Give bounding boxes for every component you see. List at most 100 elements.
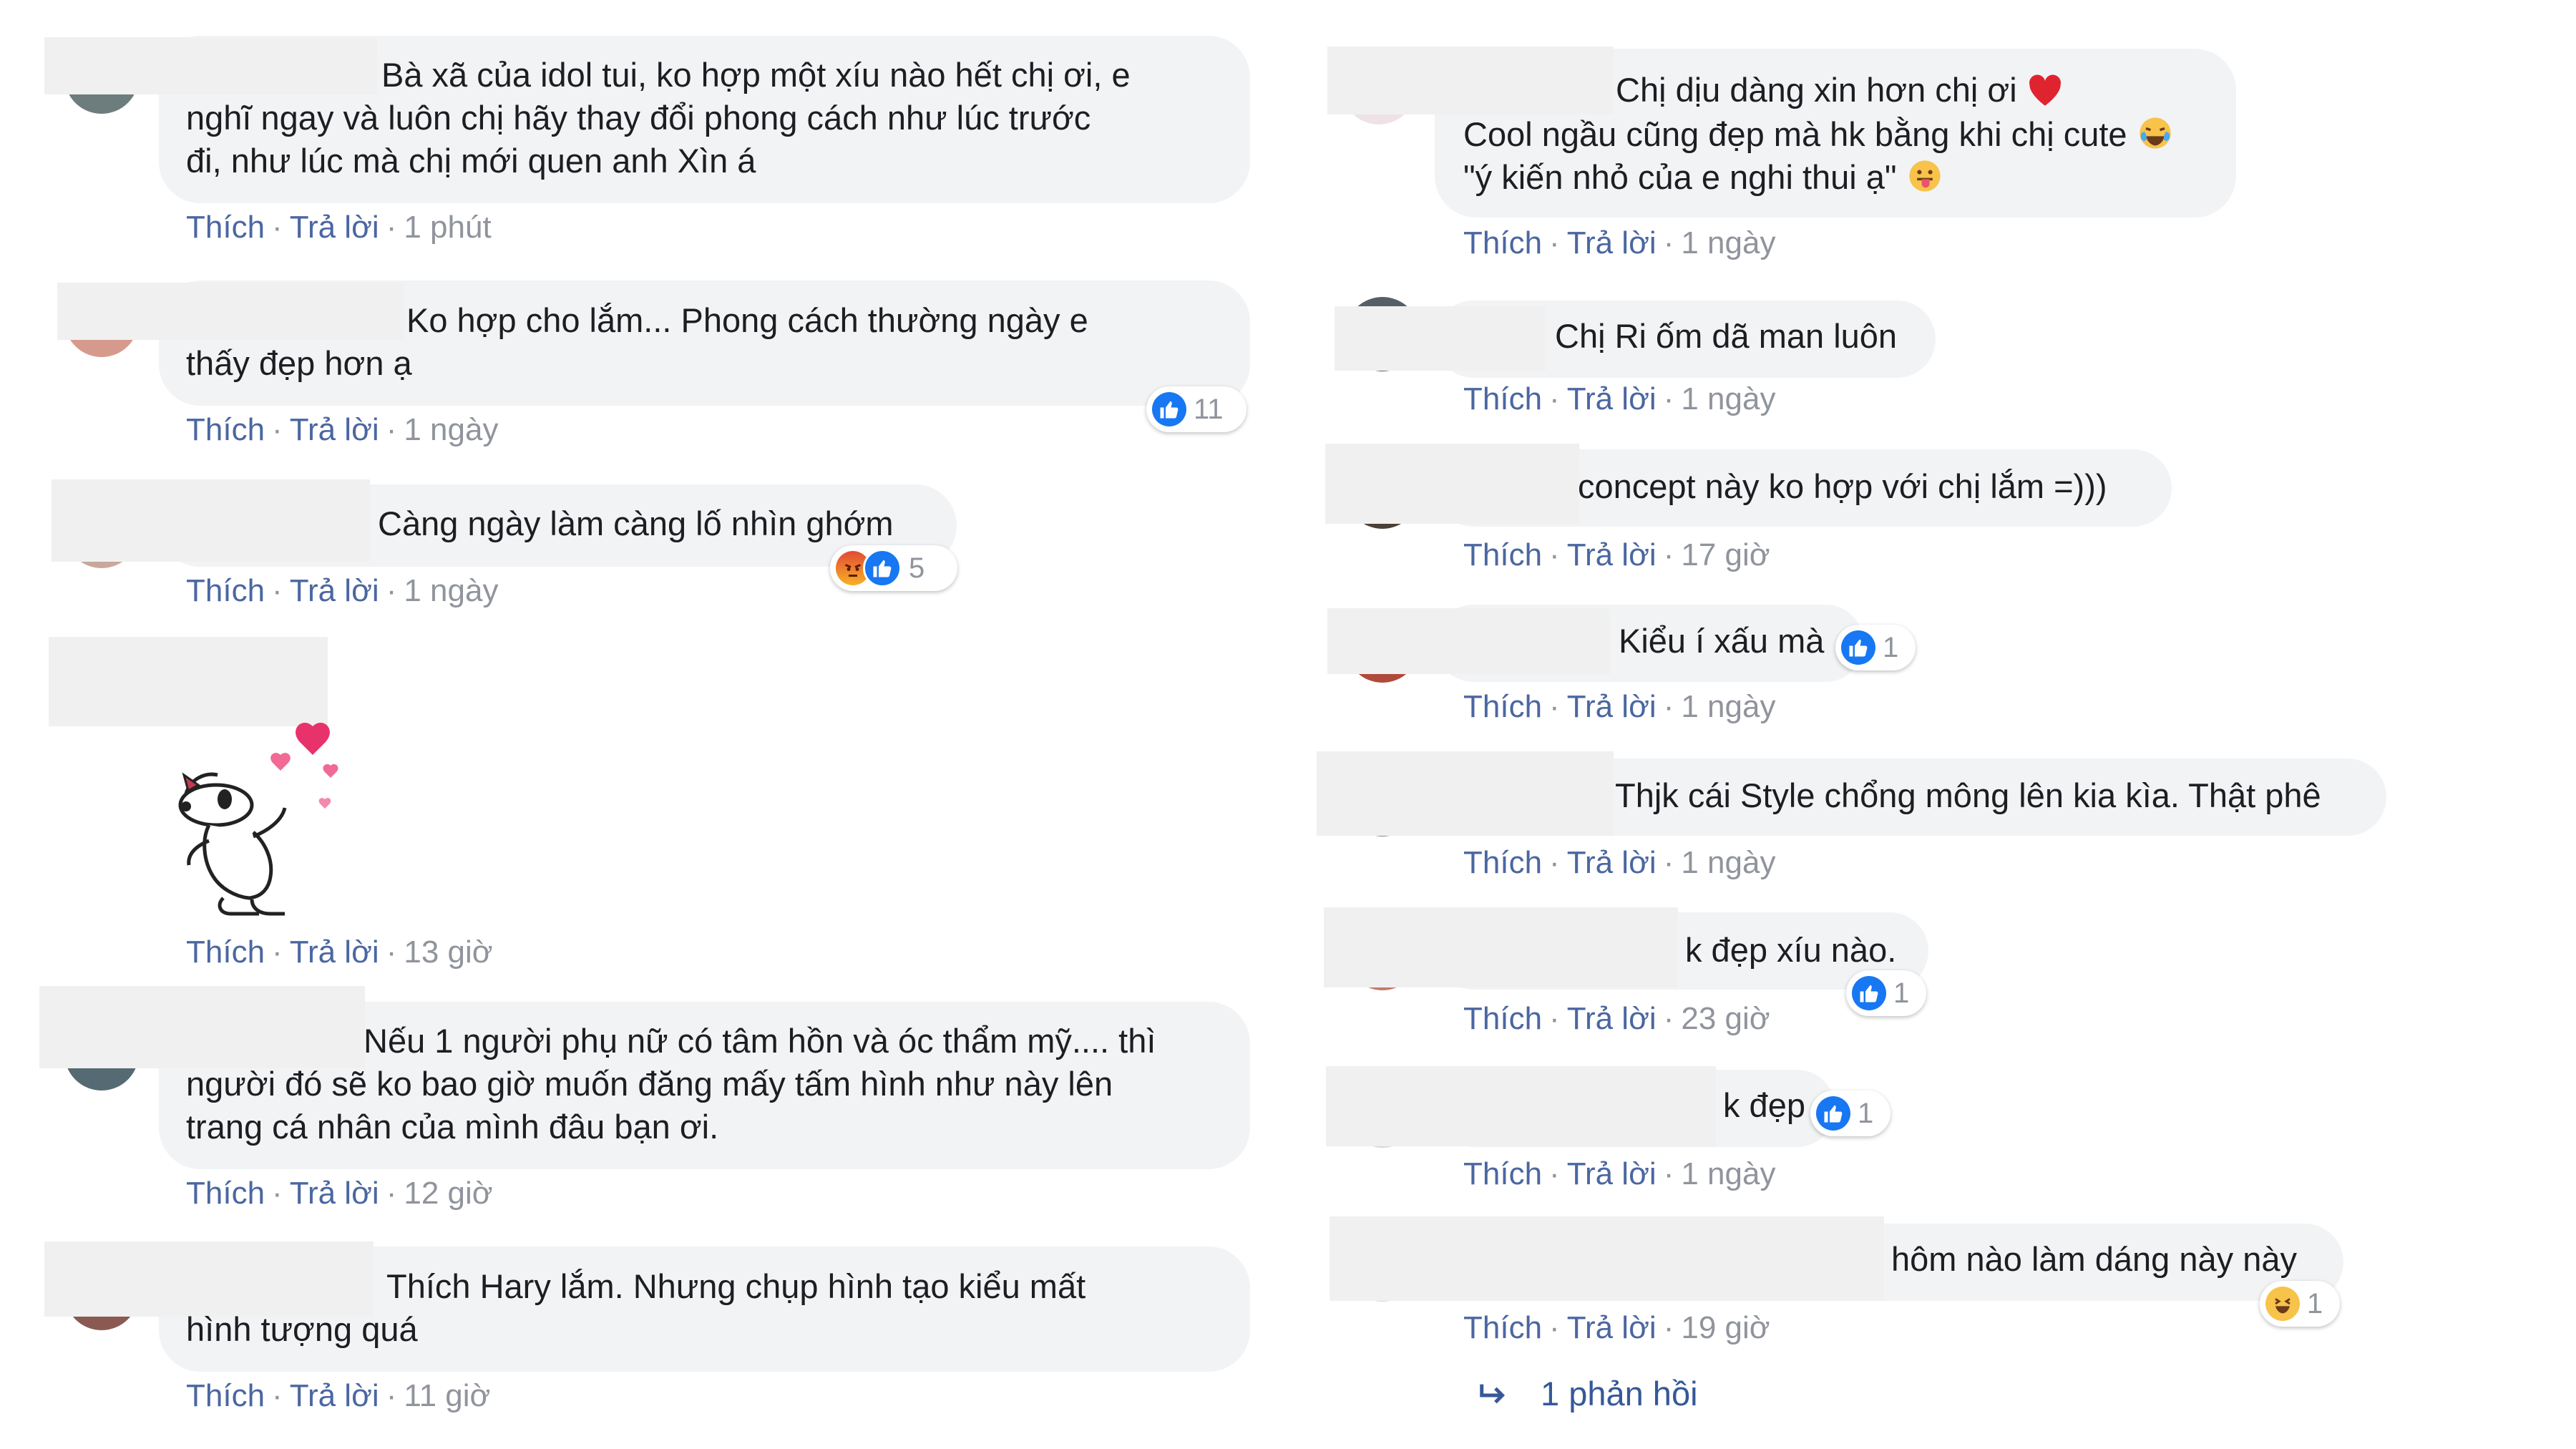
like-link[interactable]: Thích bbox=[186, 210, 265, 245]
like-reaction-icon bbox=[1152, 392, 1186, 426]
reply-link[interactable]: Trả lời bbox=[1567, 225, 1657, 260]
reply-link[interactable]: Trả lời bbox=[290, 935, 379, 970]
comment-actions: Thích · Trả lời · 1 phút bbox=[186, 210, 492, 245]
timestamp[interactable]: 13 giờ bbox=[404, 935, 492, 970]
comment-text: trang cá nhân của mình đâu bạn ơi. bbox=[186, 1108, 719, 1146]
like-reaction-icon bbox=[1852, 976, 1886, 1010]
reply-link[interactable]: Trả lời bbox=[1567, 1310, 1657, 1345]
timestamp[interactable]: 11 giờ bbox=[404, 1378, 490, 1413]
like-link[interactable]: Thích bbox=[1463, 1310, 1542, 1345]
like-link[interactable]: Thích bbox=[1463, 537, 1542, 572]
comment-actions: Thích · Trả lời · 19 giờ bbox=[1463, 1310, 1770, 1345]
reply-link[interactable]: Trả lời bbox=[1567, 1001, 1657, 1036]
like-link[interactable]: Thích bbox=[186, 573, 265, 608]
comment-text: Bà xã của idol tui, ko hợp một xíu nào h… bbox=[381, 56, 1131, 94]
timestamp[interactable]: 12 giờ bbox=[404, 1176, 492, 1211]
like-link[interactable]: Thích bbox=[186, 935, 265, 970]
timestamp[interactable]: 1 ngày bbox=[404, 573, 498, 608]
redacted-name bbox=[1326, 1066, 1716, 1146]
comment-text: Thjk cái Style chổng mông lên kia kìa. T… bbox=[1615, 776, 2321, 814]
reply-arrow-icon bbox=[1480, 1384, 1506, 1404]
reaction-count: 1 bbox=[1858, 1098, 1874, 1129]
comment-actions: Thích · Trả lời · 1 ngày bbox=[1463, 381, 1776, 416]
timestamp[interactable]: 19 giờ bbox=[1681, 1310, 1770, 1345]
reaction-count: 11 bbox=[1194, 394, 1224, 425]
redacted-name bbox=[44, 37, 377, 94]
reaction-summary[interactable]: 1 bbox=[1835, 625, 1916, 670]
like-link[interactable]: Thích bbox=[186, 1176, 265, 1211]
heart-emoji bbox=[2029, 74, 2061, 106]
comment-text: k đẹp xíu nào. bbox=[1685, 931, 1897, 969]
comment-text: Nếu 1 người phụ nữ có tâm hồn và óc thẩm… bbox=[364, 1022, 1156, 1060]
like-link[interactable]: Thích bbox=[1463, 1001, 1542, 1036]
timestamp[interactable]: 1 ngày bbox=[1681, 1156, 1775, 1191]
reaction-summary[interactable]: 11 bbox=[1146, 386, 1246, 432]
timestamp[interactable]: 1 ngày bbox=[404, 412, 498, 447]
tears-of-joy-emoji bbox=[2139, 117, 2171, 149]
timestamp[interactable]: 1 phút bbox=[404, 210, 491, 245]
redacted-name bbox=[1324, 907, 1678, 987]
redacted-name bbox=[52, 479, 370, 562]
reply-link[interactable]: Trả lời bbox=[290, 573, 379, 608]
redacted-name bbox=[1330, 1216, 1884, 1301]
reply-link[interactable]: Trả lời bbox=[1567, 537, 1657, 572]
snoopy-hearts-sticker[interactable] bbox=[166, 719, 381, 934]
like-link[interactable]: Thích bbox=[1463, 689, 1542, 724]
redacted-name bbox=[1327, 608, 1610, 674]
timestamp[interactable]: 1 ngày bbox=[1681, 689, 1775, 724]
reply-link[interactable]: Trả lời bbox=[290, 1176, 379, 1211]
comment-actions: Thích · Trả lời · 11 giờ bbox=[186, 1378, 491, 1413]
comment-actions: Thích · Trả lời · 1 ngày bbox=[1463, 1156, 1776, 1191]
comment-actions: Thích · Trả lời · 1 ngày bbox=[1463, 845, 1776, 880]
comment-text: Cool ngầu cũng đẹp mà hk bằng khi chị cu… bbox=[1463, 113, 2174, 156]
comment-actions: Thích · Trả lời · 1 ngày bbox=[186, 412, 499, 447]
comment-text: "ý kiến nhỏ của e nghi thui ạ" bbox=[1463, 156, 1943, 199]
timestamp[interactable]: 1 ngày bbox=[1681, 381, 1775, 416]
redacted-name bbox=[39, 986, 365, 1068]
comment-text: nghĩ ngay và luôn chị hãy thay đổi phong… bbox=[186, 99, 1091, 137]
reply-link[interactable]: Trả lời bbox=[1567, 689, 1657, 724]
reply-link[interactable]: Trả lời bbox=[290, 210, 379, 245]
like-link[interactable]: Thích bbox=[1463, 225, 1542, 260]
comment-actions: Thích · Trả lời · 23 giờ bbox=[1463, 1001, 1770, 1036]
reply-link[interactable]: Trả lời bbox=[290, 1378, 379, 1413]
timestamp[interactable]: 1 ngày bbox=[1681, 225, 1775, 260]
like-link[interactable]: Thích bbox=[186, 1378, 265, 1413]
replies-count-link[interactable]: 1 phản hồi bbox=[1541, 1372, 1698, 1415]
reply-link[interactable]: Trả lời bbox=[1567, 1156, 1657, 1191]
timestamp[interactable]: 1 ngày bbox=[1681, 845, 1775, 880]
comment-text: Thích Hary lắm. Nhưng chụp hình tạo kiểu… bbox=[386, 1267, 1086, 1305]
comment-actions: Thích · Trả lời · 1 ngày bbox=[186, 573, 499, 608]
reaction-summary[interactable]: 5 bbox=[830, 545, 957, 591]
comment-text: hôm nào làm dáng này này bbox=[1891, 1240, 2297, 1278]
comment-actions: Thích · Trả lời · 1 ngày bbox=[1463, 689, 1776, 724]
comment-actions: Thích · Trả lời · 12 giờ bbox=[186, 1176, 493, 1211]
reaction-summary[interactable]: 1 bbox=[1810, 1091, 1890, 1136]
tongue-out-emoji bbox=[1909, 160, 1941, 192]
reply-link[interactable]: Trả lời bbox=[290, 412, 379, 447]
comment-actions: Thích · Trả lời · 17 giờ bbox=[1463, 537, 1770, 572]
comment-text: Chị Ri ốm dã man luôn bbox=[1555, 317, 1898, 355]
like-link[interactable]: Thích bbox=[186, 412, 265, 447]
reaction-summary[interactable]: 1 bbox=[1846, 970, 1926, 1016]
timestamp[interactable]: 23 giờ bbox=[1681, 1001, 1770, 1036]
redacted-name bbox=[1327, 47, 1614, 114]
redacted-name bbox=[1325, 444, 1579, 524]
reaction-count: 5 bbox=[909, 552, 925, 584]
like-link[interactable]: Thích bbox=[1463, 845, 1542, 880]
comment-text: người đó sẽ ko bao giờ muốn đăng mấy tấm… bbox=[186, 1065, 1113, 1103]
timestamp[interactable]: 17 giờ bbox=[1681, 537, 1770, 572]
comment-text: đi, như lúc mà chị mới quen anh Xìn á bbox=[186, 142, 756, 180]
comment-actions: Thích · Trả lời · 1 ngày bbox=[1463, 225, 1776, 260]
like-reaction-icon bbox=[1816, 1096, 1850, 1131]
redacted-name bbox=[1335, 306, 1546, 371]
reply-link[interactable]: Trả lời bbox=[1567, 845, 1657, 880]
reply-link[interactable]: Trả lời bbox=[1567, 381, 1657, 416]
comment-text: Kiểu í xấu mà bbox=[1619, 622, 1825, 660]
comment-text: Ko hợp cho lắm... Phong cách thường ngày… bbox=[406, 301, 1088, 339]
reaction-summary[interactable]: 1 bbox=[2260, 1281, 2340, 1327]
comment-text: Càng ngày làm càng lố nhìn ghớm bbox=[378, 504, 894, 542]
like-link[interactable]: Thích bbox=[1463, 381, 1542, 416]
comment-text: concept này ko hợp với chị lắm =))) bbox=[1578, 467, 2107, 505]
like-link[interactable]: Thích bbox=[1463, 1156, 1542, 1191]
